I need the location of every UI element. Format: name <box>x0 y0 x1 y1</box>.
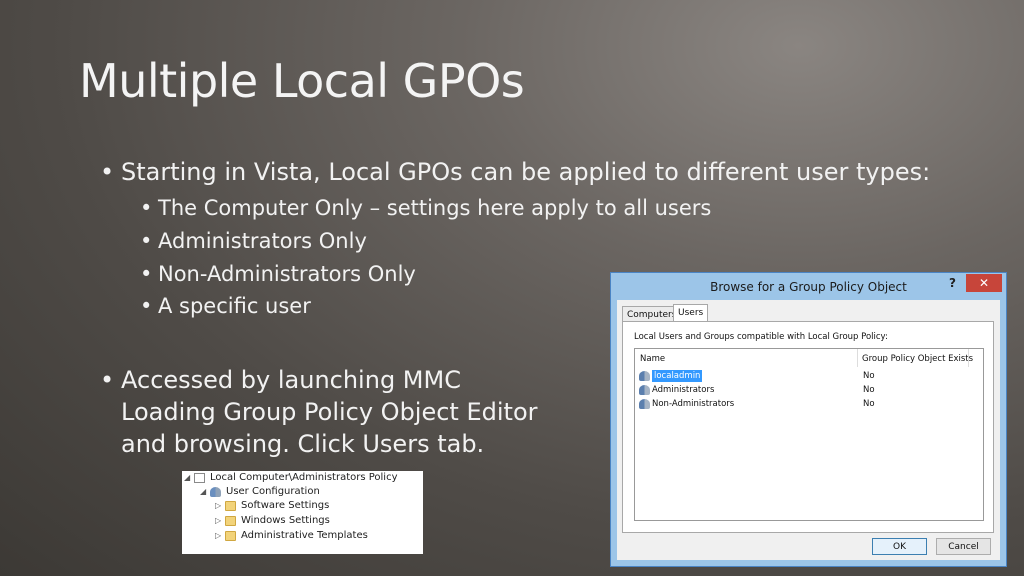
bullet-text: A specific user <box>158 294 311 318</box>
folder-icon <box>225 501 236 511</box>
list-item[interactable]: Non-Administrators <box>639 398 734 410</box>
folder-icon <box>225 531 236 541</box>
gpo-tree-screenshot: ◢ Local Computer\Administrators Policy ◢… <box>182 471 423 554</box>
list-item-name[interactable]: localadmin <box>652 370 703 382</box>
bullet-text: The Computer Only – settings here apply … <box>158 196 712 220</box>
help-button[interactable]: ? <box>949 276 956 290</box>
tree-node-windows-settings[interactable]: ▷ Windows Settings <box>215 514 330 528</box>
list-item-name[interactable]: Administrators <box>652 384 714 396</box>
list-item[interactable]: Administrators <box>639 384 714 396</box>
tree-node-admin-templates[interactable]: ▷ Administrative Templates <box>215 529 368 543</box>
group-icon <box>639 385 650 395</box>
close-button[interactable]: ✕ <box>966 274 1002 292</box>
list-item-name[interactable]: Non-Administrators <box>652 398 734 410</box>
column-separator[interactable] <box>857 349 858 367</box>
bullet-text: Accessed by launching MMC <box>121 366 461 394</box>
cancel-button[interactable]: Cancel <box>936 538 991 555</box>
sub-bullet-item: • A specific user <box>140 291 311 321</box>
column-separator[interactable] <box>968 349 969 367</box>
expand-arrow-icon[interactable]: ◢ <box>200 485 210 499</box>
sub-bullet-item: • Administrators Only <box>140 226 367 256</box>
expand-arrow-icon[interactable]: ◢ <box>184 471 194 485</box>
list-item-exists: No <box>863 399 875 409</box>
bullet-glyph: • <box>100 366 115 394</box>
list-item-exists: No <box>863 371 875 381</box>
bullet-glyph: • <box>140 196 153 220</box>
bullet-glyph: • <box>100 158 115 186</box>
dialog-title: Browse for a Group Policy Object <box>710 280 907 294</box>
bullet-glyph: • <box>140 262 153 286</box>
users-list[interactable]: Name Group Policy Object Exists localadm… <box>634 348 984 521</box>
bullet-item: • Accessed by launching MMC <box>100 364 461 396</box>
column-header-name[interactable]: Name <box>640 351 665 367</box>
ok-button[interactable]: OK <box>872 538 927 555</box>
bullet-text: Non-Administrators Only <box>158 262 416 286</box>
collapse-arrow-icon[interactable]: ▷ <box>215 529 225 543</box>
tab-panel: Local Users and Groups compatible with L… <box>622 321 994 533</box>
tree-node-software-settings[interactable]: ▷ Software Settings <box>215 499 329 513</box>
slide-title: Multiple Local GPOs <box>79 54 525 108</box>
folder-icon <box>225 516 236 526</box>
collapse-arrow-icon[interactable]: ▷ <box>215 514 225 528</box>
tree-node-admin-policy[interactable]: ◢ Local Computer\Administrators Policy <box>184 471 398 485</box>
list-item-exists: No <box>863 385 875 395</box>
policy-icon <box>194 473 205 483</box>
user-icon <box>639 371 650 381</box>
sub-bullet-item: • Non-Administrators Only <box>140 259 416 289</box>
bullet-glyph: • <box>140 294 153 318</box>
bullet-text: Administrators Only <box>158 229 367 253</box>
column-header-exists[interactable]: Group Policy Object Exists <box>862 351 973 367</box>
users-icon <box>210 487 221 497</box>
bullet-continuation: and browsing. Click Users tab. <box>121 430 485 458</box>
panel-description: Local Users and Groups compatible with L… <box>634 332 888 342</box>
browse-gpo-dialog: Browse for a Group Policy Object ? ✕ Com… <box>610 272 1007 567</box>
sub-bullet-item: • The Computer Only – settings here apply… <box>140 193 711 223</box>
dialog-body: Computers Users Local Users and Groups c… <box>617 300 1000 560</box>
collapse-arrow-icon[interactable]: ▷ <box>215 499 225 513</box>
list-item[interactable]: localadmin <box>639 370 703 382</box>
bullet-continuation: Loading Group Policy Object Editor <box>121 398 538 426</box>
bullet-item: • Starting in Vista, Local GPOs can be ap… <box>100 156 930 188</box>
tree-node-user-config[interactable]: ◢ User Configuration <box>200 485 320 499</box>
group-icon <box>639 399 650 409</box>
tree-label: User Configuration <box>226 486 320 497</box>
tree-label: Local Computer\Administrators Policy <box>210 472 398 483</box>
tree-label: Windows Settings <box>241 515 330 526</box>
bullet-text: Starting in Vista, Local GPOs can be app… <box>121 158 931 186</box>
tree-label: Administrative Templates <box>241 530 368 541</box>
bullet-glyph: • <box>140 229 153 253</box>
tree-label: Software Settings <box>241 500 330 511</box>
